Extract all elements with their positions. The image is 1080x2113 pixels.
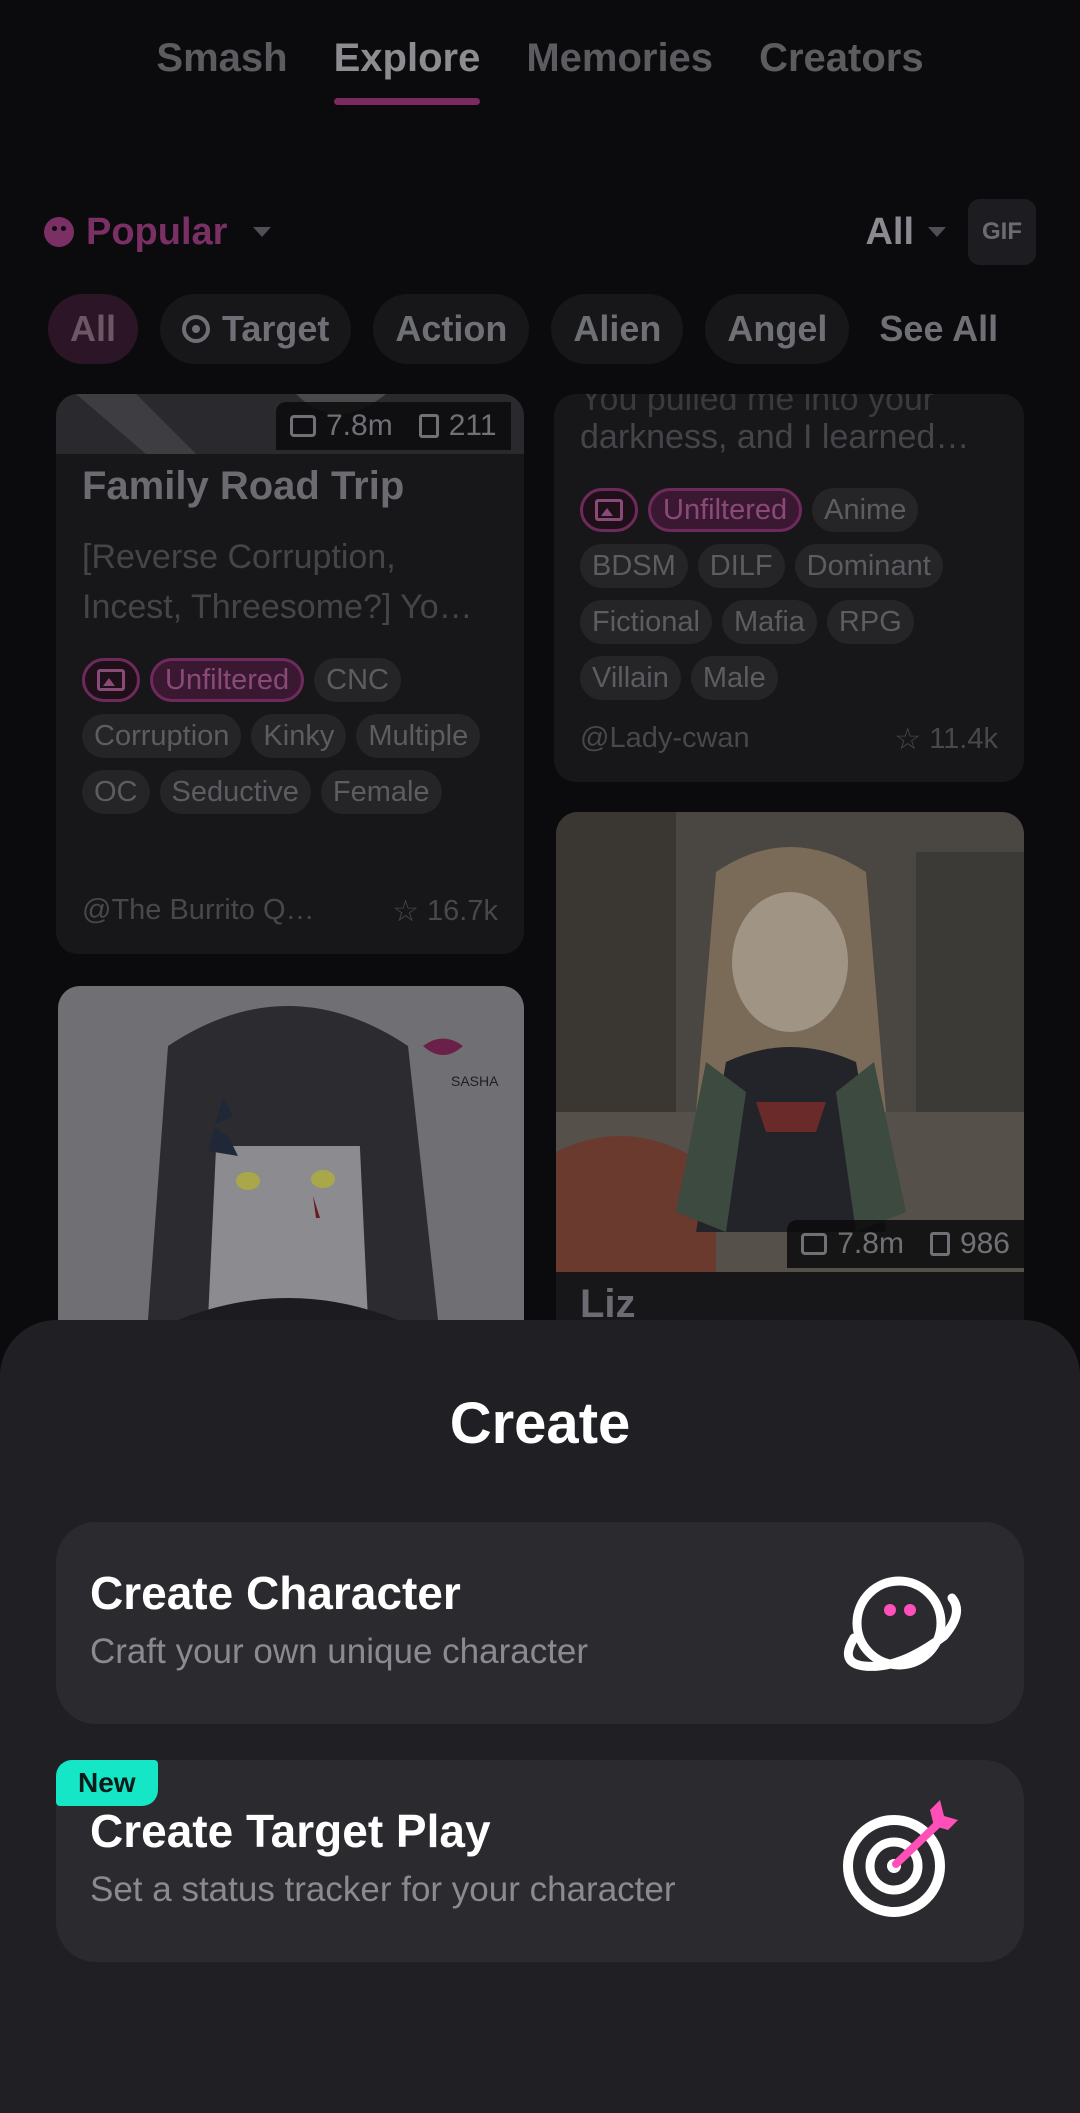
tag: Male: [690, 656, 778, 700]
message-count: 7.8m: [837, 1227, 904, 1260]
star-icon: ☆: [392, 895, 420, 928]
target-icon: [182, 315, 211, 343]
create-bottom-sheet: Create Create Character Craft your own u…: [0, 1320, 1080, 2113]
chip-action[interactable]: Action: [373, 294, 530, 364]
rating-value: 11.4k: [929, 723, 998, 755]
chip-angel[interactable]: Angel: [705, 294, 850, 364]
bookmark-icon: [418, 414, 439, 438]
image-icon: [580, 488, 638, 532]
sort-label: Popular: [86, 210, 228, 253]
tag: Kinky: [251, 714, 347, 758]
card-stats: 7.8m 211: [276, 402, 511, 450]
option-title: Create Target Play: [90, 1805, 491, 1857]
chat-icon: [290, 415, 316, 437]
rating-value: 16.7k: [427, 895, 498, 927]
category-chips: All Target Action Alien Angel See All: [48, 294, 1006, 364]
chip-all[interactable]: All: [48, 294, 139, 364]
bookmark-icon: [929, 1232, 950, 1256]
card-image: [556, 812, 1024, 1272]
tag: CNC: [314, 658, 401, 702]
tag: DILF: [697, 544, 785, 588]
new-badge: New: [56, 1760, 158, 1806]
chip-target[interactable]: Target: [160, 294, 352, 364]
tag: Female: [320, 770, 442, 814]
target-icon: [843, 1800, 958, 1917]
sort-dropdown[interactable]: Popular: [44, 210, 272, 254]
option-subtitle: Craft your own unique character: [90, 1632, 589, 1671]
tab-memories[interactable]: Memories: [526, 36, 713, 99]
save-count: 986: [959, 1227, 1010, 1260]
card-rating: ☆ 11.4k: [894, 722, 998, 757]
tag: BDSM: [580, 544, 688, 588]
chevron-down-icon: [253, 227, 272, 237]
tag: Anime: [812, 488, 919, 532]
tag: RPG: [826, 600, 914, 644]
card-description: darkness, and I learned…: [580, 418, 970, 456]
tab-smash[interactable]: Smash: [156, 36, 287, 99]
tag: Villain: [580, 656, 681, 700]
card-stats: 7.8m 986: [787, 1220, 1024, 1268]
tab-explore[interactable]: Explore: [333, 36, 480, 105]
top-tabs: Smash Explore Memories Creators: [0, 36, 1080, 105]
tag: Fictional: [580, 600, 712, 644]
create-target-play-option[interactable]: Create Target Play Set a status tracker …: [56, 1760, 1024, 1962]
card-description: [Reverse Corruption, Incest, Threesome?]…: [82, 538, 473, 626]
tag: Corruption: [82, 714, 242, 758]
card-tags: Unfiltered CNC Corruption Kinky Multiple…: [82, 658, 512, 814]
character-card-family-road-trip[interactable]: 7.8m 211 Family Road Trip [Reverse Corru…: [56, 394, 524, 954]
option-title: Create Character: [90, 1567, 461, 1619]
sheet-title: Create: [449, 1391, 631, 1456]
star-icon: ☆: [894, 723, 922, 756]
card-title: Family Road Trip: [82, 464, 405, 508]
card-author[interactable]: @Lady-cwan: [580, 722, 750, 755]
chevron-down-icon: [928, 227, 946, 237]
card-image: SASHA: [58, 986, 524, 1320]
tag: OC: [82, 770, 150, 814]
tag: Seductive: [159, 770, 311, 814]
create-character-option[interactable]: Create Character Craft your own unique c…: [56, 1522, 1024, 1724]
card-rating: ☆ 16.7k: [392, 894, 498, 929]
filter-row: Popular All GIF: [44, 199, 1036, 265]
image-icon: [82, 658, 140, 702]
tag: Dominant: [794, 544, 943, 588]
option-subtitle: Set a status tracker for your character: [90, 1870, 676, 1909]
chip-target-label: Target: [222, 308, 330, 349]
type-dropdown[interactable]: All: [865, 211, 946, 254]
smile-icon: [44, 217, 74, 247]
tag: Mafia: [722, 600, 817, 644]
card-author[interactable]: @The Burrito Q…: [82, 894, 315, 927]
tag: Unfiltered: [150, 658, 305, 702]
chip-alien[interactable]: Alien: [551, 294, 684, 364]
type-label: All: [865, 210, 914, 253]
character-card-sasha[interactable]: SASHA: [58, 986, 524, 1320]
sasha-logo-text: SASHA: [451, 1073, 499, 1089]
tag: Multiple: [356, 714, 481, 758]
character-card-liz[interactable]: 7.8m 986 Liz: [556, 812, 1024, 1320]
card-tags: Unfiltered Anime BDSM DILF Dominant Fict…: [580, 488, 1010, 700]
character-card-mafia[interactable]: You pulled me into your darkness, and I …: [554, 394, 1024, 782]
see-all-link[interactable]: See All: [871, 294, 1006, 364]
tab-creators[interactable]: Creators: [759, 36, 924, 99]
tag: Unfiltered: [648, 488, 803, 532]
save-count: 211: [448, 409, 497, 442]
message-count: 7.8m: [326, 409, 393, 442]
card-title: Liz: [580, 1282, 636, 1320]
chat-icon: [801, 1233, 828, 1255]
gif-button[interactable]: GIF: [968, 199, 1036, 265]
planet-icon: [843, 1576, 961, 1671]
